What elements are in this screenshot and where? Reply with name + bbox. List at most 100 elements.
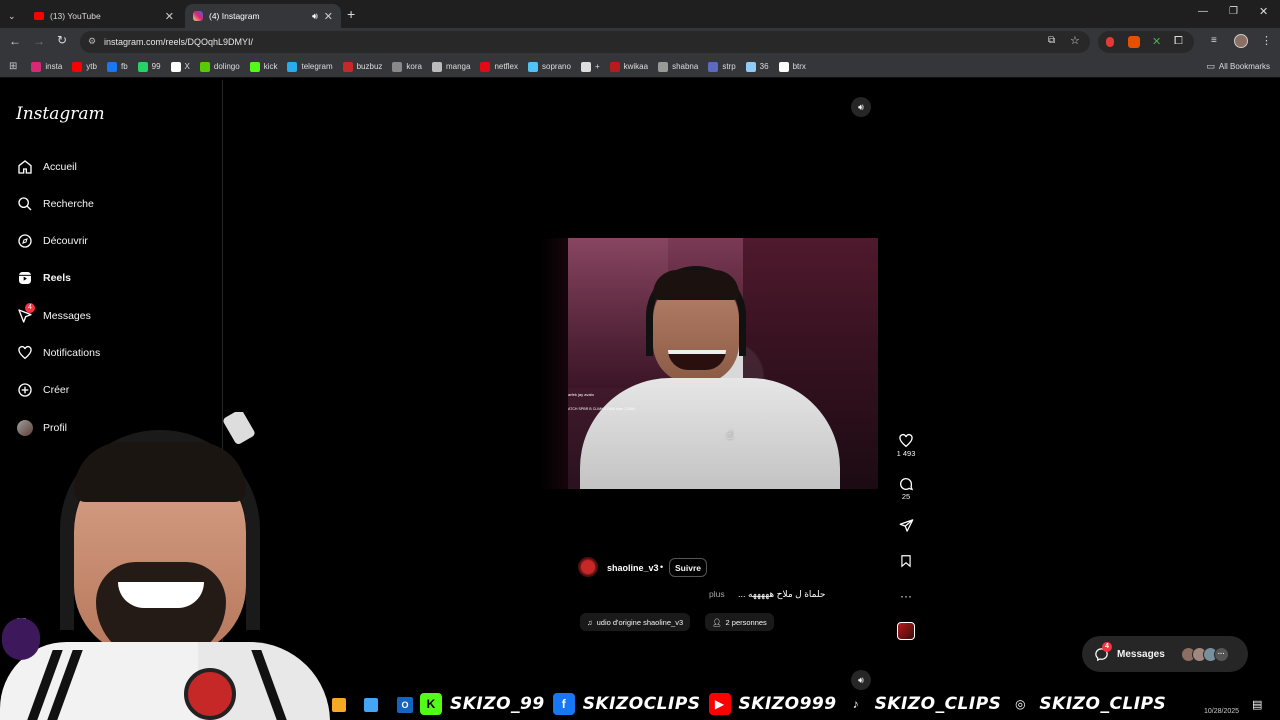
messages-floating-button[interactable]: 4 Messages ···: [1082, 636, 1248, 672]
tab-search-dropdown[interactable]: ⌄: [0, 4, 26, 28]
media-control-icon[interactable]: ≡: [1211, 35, 1217, 46]
mute-toggle-top[interactable]: 🔊︎: [851, 97, 871, 117]
bookmark-favicon-icon: [170, 61, 181, 72]
send-icon: [899, 519, 913, 532]
mute-toggle-bottom[interactable]: 🔊︎: [851, 670, 871, 690]
comment-action[interactable]: 25: [896, 476, 916, 501]
new-tab-button[interactable]: +: [347, 6, 355, 22]
nav-label: Messages: [43, 310, 91, 322]
close-window-button[interactable]: ✕: [1259, 5, 1268, 18]
profile-avatar[interactable]: [1234, 34, 1248, 48]
nav-item-explore[interactable]: Découvrir: [16, 231, 88, 251]
social-platform-icon: ◎: [1009, 693, 1032, 715]
audio-thumbnail[interactable]: [897, 622, 915, 640]
bookmark-item[interactable]: shabna: [658, 61, 699, 72]
share-action[interactable]: [896, 518, 916, 533]
bookmark-favicon-icon: [778, 61, 789, 72]
social-handle-text: SKIZO_99: [450, 694, 545, 714]
like-action[interactable]: 1 493: [896, 433, 916, 458]
extensions-puzzle-icon[interactable]: ⧠: [1174, 35, 1183, 48]
nav-label: Accueil: [43, 161, 77, 173]
like-count: 1 493: [896, 449, 916, 458]
bookmark-label: kora: [406, 62, 422, 71]
site-info-icon[interactable]: ⚙: [88, 36, 96, 47]
notification-center-icon[interactable]: ▤: [1252, 698, 1262, 711]
tagged-people-chip[interactable]: 👤︎ 2 personnes: [705, 613, 774, 631]
author-username[interactable]: shaoline_v3: [607, 563, 659, 573]
audio-chip[interactable]: ♫ udio d'origine shaoline_v3: [580, 613, 691, 631]
social-handle-text: SKIZOCLIPS: [582, 694, 701, 714]
follow-button[interactable]: Suivre: [669, 558, 707, 577]
bookmark-item[interactable]: 36: [745, 61, 769, 72]
reel-video[interactable]: arfek jay avalo ATCH SPBR B CLIMKS RAM t…: [568, 238, 878, 489]
caption-more-link[interactable]: plus: [709, 589, 725, 599]
bookmark-star-icon[interactable]: ☆: [1070, 34, 1080, 47]
bookmark-item[interactable]: dolingo: [199, 61, 240, 72]
store-icon[interactable]: [364, 698, 378, 712]
bookmark-label: insta: [45, 62, 63, 71]
bookmark-item[interactable]: kwikaa: [609, 61, 648, 72]
reel-caption: حلماة ل ملاح هههههه ...: [738, 589, 826, 599]
extension-fox-icon[interactable]: [1128, 36, 1140, 48]
all-bookmarks-button[interactable]: ▭ All Bookmarks: [1206, 61, 1270, 72]
bookmark-item[interactable]: 99: [137, 61, 161, 72]
bookmark-label: shabna: [672, 62, 699, 71]
audio-label: udio d'origine shaoline_v3: [596, 617, 684, 627]
tagged-people-label: 2 personnes: [725, 617, 767, 627]
author-avatar[interactable]: [578, 557, 598, 577]
streamer-webcam-overlay: [0, 412, 330, 720]
address-bar[interactable]: ⚙ instagram.com/reels/DQOqhL9DMYI/ ⧉ ☆: [80, 31, 1090, 53]
bookmark-item[interactable]: fb: [106, 61, 128, 72]
bookmark-label: ytb: [86, 62, 97, 71]
reload-button[interactable]: ↻: [57, 33, 67, 47]
extension-red-icon[interactable]: [1106, 37, 1114, 47]
bookmark-item[interactable]: soprano: [528, 61, 571, 72]
bookmark-item[interactable]: buzbuz: [342, 61, 382, 72]
bookmark-item[interactable]: strp: [708, 61, 736, 72]
bookmark-item[interactable]: netflex: [480, 61, 518, 72]
close-icon[interactable]: ✕: [165, 10, 174, 23]
bookmark-item[interactable]: kora: [392, 61, 422, 72]
nav-item-notifications[interactable]: Notifications: [16, 343, 100, 363]
bookmark-item[interactable]: btrx: [778, 61, 806, 72]
nav-item-messages[interactable]: 4 Messages: [16, 302, 91, 326]
outlook-icon[interactable]: O: [397, 697, 413, 713]
extension-x-icon[interactable]: ✕: [1152, 35, 1161, 48]
bookmark-favicon-icon: [658, 61, 669, 72]
bookmark-item[interactable]: X: [170, 61, 190, 72]
bookmark-item[interactable]: kick: [249, 61, 277, 72]
bookmark-item[interactable]: +: [580, 61, 600, 72]
restore-button[interactable]: ❐: [1229, 6, 1238, 17]
file-explorer-icon[interactable]: [332, 698, 346, 712]
bookmark-label: strp: [722, 62, 736, 71]
close-icon[interactable]: ✕: [324, 10, 333, 23]
save-action[interactable]: [896, 553, 916, 569]
nav-item-search[interactable]: Recherche: [16, 194, 94, 214]
nav-item-home[interactable]: Accueil: [16, 157, 77, 177]
bookmark-favicon-icon: [580, 61, 591, 72]
bookmark-list: insta ytb fb 99 Xdolingo kick telegram buzbuz ko…: [31, 61, 816, 72]
jersey-crest: [184, 668, 236, 720]
browser-tab-bar: ⌄ (13) YouTube ✕ (4) Instagram 🔊︎ ✕ + — …: [0, 0, 1280, 28]
video-overlay-text-1: arfek jay avalo: [568, 392, 594, 397]
nav-item-create[interactable]: Créer: [16, 380, 69, 400]
install-app-icon[interactable]: ⧉: [1048, 35, 1055, 46]
browser-menu-icon[interactable]: ⋮: [1261, 34, 1272, 47]
minimize-button[interactable]: —: [1198, 6, 1208, 17]
tab-instagram[interactable]: (4) Instagram 🔊︎ ✕: [185, 4, 341, 28]
tab-youtube[interactable]: (13) YouTube ✕: [26, 4, 182, 28]
comment-icon: [900, 478, 914, 491]
bookmark-item[interactable]: telegram: [287, 61, 333, 72]
forward-button[interactable]: →: [33, 34, 45, 48]
bookmark-item[interactable]: insta: [31, 61, 63, 72]
bookmark-item[interactable]: ytb: [72, 61, 97, 72]
nav-label: Recherche: [43, 198, 94, 210]
apps-grid-icon[interactable]: ⊞: [9, 61, 17, 72]
speaker-icon[interactable]: 🔊︎: [312, 11, 318, 22]
back-button[interactable]: ←: [9, 34, 21, 48]
instagram-logo[interactable]: Instagram: [16, 104, 105, 124]
bookmark-item[interactable]: manga: [431, 61, 470, 72]
bookmarks-bar: ⊞ insta ytb fb 99 Xdolingo kick telegram buzbuz…: [0, 56, 1280, 78]
nav-item-reels[interactable]: Reels: [16, 268, 71, 288]
more-options-action[interactable]: ···: [896, 589, 916, 603]
